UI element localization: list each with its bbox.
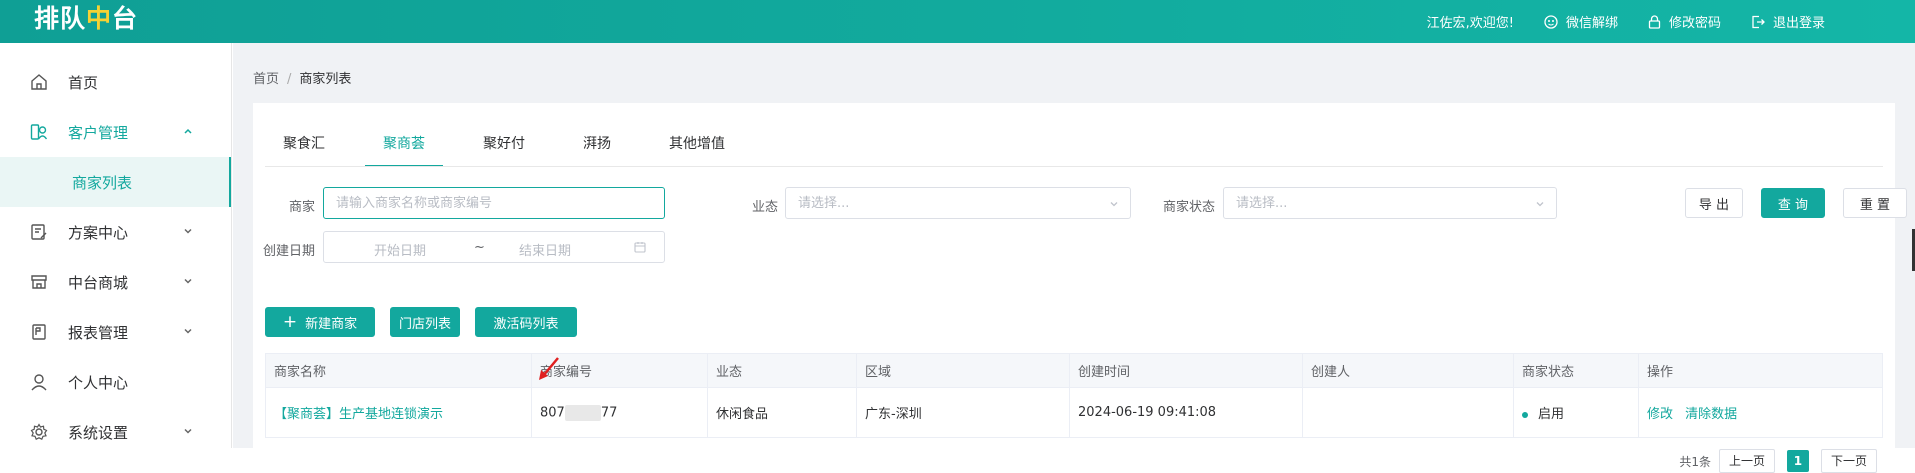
- query-button[interactable]: 查 询: [1761, 188, 1825, 218]
- breadcrumb-home[interactable]: 首页: [253, 72, 279, 87]
- tab-divider: [265, 166, 1883, 167]
- new-merchant-button[interactable]: + 新建商家: [265, 307, 375, 337]
- tab-juhaofu[interactable]: 聚好付: [465, 133, 543, 167]
- report-icon: [32, 324, 46, 340]
- chevron-down-icon: [184, 428, 192, 434]
- welcome-text: 江佐宏,欢迎您!: [1426, 16, 1514, 31]
- sidebar-item-report[interactable]: 报表管理: [0, 307, 231, 357]
- column-header-business: 业态: [707, 353, 857, 388]
- tab-paiyang[interactable]: 湃扬: [565, 133, 629, 167]
- sidebar: 首页 客户管理 商家列表 方案中心 中台商城 报表管理 个人中心 系统设置: [0, 43, 232, 448]
- breadcrumb-separator: /: [287, 72, 292, 87]
- clear-data-link[interactable]: 清除数据: [1685, 407, 1737, 422]
- status-label: 商家状态: [1162, 200, 1215, 215]
- date-range-separator: ~: [474, 240, 485, 255]
- sidebar-item-solution[interactable]: 方案中心: [0, 207, 231, 257]
- customer-icon: [30, 124, 48, 140]
- status-text: 启用: [1538, 407, 1565, 422]
- table-header-row: 商家名称 商家编号 业态 区域 创建时间 创建人 商家状态 操作: [265, 353, 1883, 388]
- sidebar-item-profile[interactable]: 个人中心: [0, 357, 231, 407]
- pagination-total: 共1条: [1679, 454, 1711, 469]
- cell-actions: 修改 清除数据: [1638, 387, 1883, 438]
- wechat-icon: [1544, 14, 1558, 29]
- cell-status: 启用: [1513, 387, 1639, 438]
- header-right: 江佐宏,欢迎您! 微信解绑 修改密码 退出登录: [1397, 0, 1825, 43]
- plus-icon: +: [282, 311, 298, 332]
- next-page-button[interactable]: 下一页: [1820, 449, 1877, 473]
- sidebar-item-merchant-list[interactable]: 商家列表: [0, 157, 231, 207]
- breadcrumb: 首页 / 商家列表: [253, 68, 351, 87]
- cell-creator: [1302, 387, 1514, 438]
- merchant-table: 商家名称 商家编号 业态 区域 创建时间 创建人 商家状态 操作 【聚商荟】生产…: [265, 353, 1883, 438]
- sidebar-item-home[interactable]: 首页: [0, 57, 231, 107]
- logout-icon: [1752, 15, 1765, 28]
- breadcrumb-current: 商家列表: [299, 72, 352, 87]
- sidebar-item-customer[interactable]: 客户管理: [0, 107, 231, 157]
- logo-text-2: 台: [112, 4, 139, 33]
- column-header-creator: 创建人: [1302, 353, 1514, 388]
- business-select[interactable]: [785, 187, 1131, 219]
- column-header-name: 商家名称: [265, 353, 532, 388]
- export-button[interactable]: 导 出: [1685, 188, 1743, 218]
- page-number-1[interactable]: 1: [1786, 450, 1809, 472]
- sidebar-item-mall[interactable]: 中台商城: [0, 257, 231, 307]
- store-icon: [31, 275, 47, 289]
- chevron-up-icon: [184, 128, 192, 134]
- cell-region: 广东-深圳: [856, 387, 1070, 438]
- status-dot: [1522, 411, 1528, 418]
- calendar-icon: [634, 242, 646, 253]
- red-arrow-annotation: [539, 357, 559, 380]
- tab-other[interactable]: 其他增值: [651, 133, 743, 167]
- status-select[interactable]: [1223, 187, 1557, 219]
- chevron-down-icon: [1536, 202, 1544, 207]
- sidebar-item-settings[interactable]: 系统设置: [0, 407, 231, 457]
- lock-icon: [1648, 14, 1661, 29]
- cell-merchant-code: 807 77: [531, 387, 708, 438]
- merchant-search-input[interactable]: [323, 187, 665, 219]
- business-label: 业态: [751, 200, 778, 215]
- activation-code-list-button[interactable]: 激活码列表: [475, 307, 577, 337]
- cell-merchant-name: 【聚商荟】生产基地连锁演示: [265, 387, 532, 438]
- gear-icon: [30, 423, 48, 441]
- reset-button[interactable]: 重 置: [1843, 188, 1907, 218]
- cell-business: 休闲食品: [707, 387, 857, 438]
- tab-jushihui[interactable]: 聚食汇: [265, 133, 343, 167]
- change-password-link[interactable]: 修改密码: [1648, 12, 1721, 31]
- chevron-down-icon: [1110, 202, 1118, 207]
- column-header-created-time: 创建时间: [1069, 353, 1303, 388]
- store-list-button[interactable]: 门店列表: [390, 307, 460, 337]
- wechat-unbind-link[interactable]: 微信解绑: [1544, 12, 1618, 31]
- start-date-placeholder: 开始日期: [374, 244, 427, 259]
- top-header: 排队中台 江佐宏,欢迎您! 微信解绑 修改密码 退出登录: [0, 0, 1915, 43]
- created-date-range-picker[interactable]: 开始日期 ~ 结束日期: [323, 231, 665, 263]
- document-edit-icon: [31, 224, 47, 240]
- user-icon: [31, 374, 47, 391]
- chevron-down-icon: [184, 228, 192, 234]
- merchant-panel: 聚食汇 聚商荟 聚好付 湃扬 其他增值 商家 业态 商家状态 导 出 查 询 重…: [253, 103, 1907, 473]
- end-date-placeholder: 结束日期: [519, 244, 572, 259]
- column-header-region: 区域: [856, 353, 1070, 388]
- created-date-label: 创建日期: [262, 244, 315, 259]
- app-logo[interactable]: 排队中台: [34, 4, 138, 34]
- chevron-down-icon: [184, 278, 192, 284]
- home-icon: [31, 74, 47, 90]
- merchant-name-link[interactable]: 【聚商荟】生产基地连锁演示: [274, 407, 443, 422]
- edit-link[interactable]: 修改: [1647, 407, 1673, 422]
- main-content: 首页 / 商家列表 聚食汇 聚商荟 聚好付 湃扬 其他增值 商家 业态 商家状态 导…: [233, 43, 1915, 473]
- chevron-down-icon: [184, 328, 192, 334]
- brand-tabs: 聚食汇 聚商荟 聚好付 湃扬 其他增值: [265, 133, 765, 167]
- logo-text-highlight: 中: [86, 4, 113, 33]
- tab-jushanghui[interactable]: 聚商荟: [365, 133, 443, 167]
- merchant-label: 商家: [288, 200, 315, 215]
- column-header-actions: 操作: [1638, 353, 1883, 388]
- cell-created-time: 2024-06-19 09:41:08: [1069, 387, 1303, 438]
- logout-link[interactable]: 退出登录: [1751, 12, 1825, 31]
- logo-text-1: 排队: [34, 4, 87, 33]
- prev-page-button[interactable]: 上一页: [1718, 449, 1775, 473]
- column-header-status: 商家状态: [1513, 353, 1639, 388]
- table-row: 【聚商荟】生产基地连锁演示 807 77 休闲食品 广东-深圳 2024-06-1…: [265, 387, 1883, 438]
- pagination: 共1条 上一页 1 下一页: [1679, 449, 1877, 473]
- redaction-mask: [564, 404, 601, 421]
